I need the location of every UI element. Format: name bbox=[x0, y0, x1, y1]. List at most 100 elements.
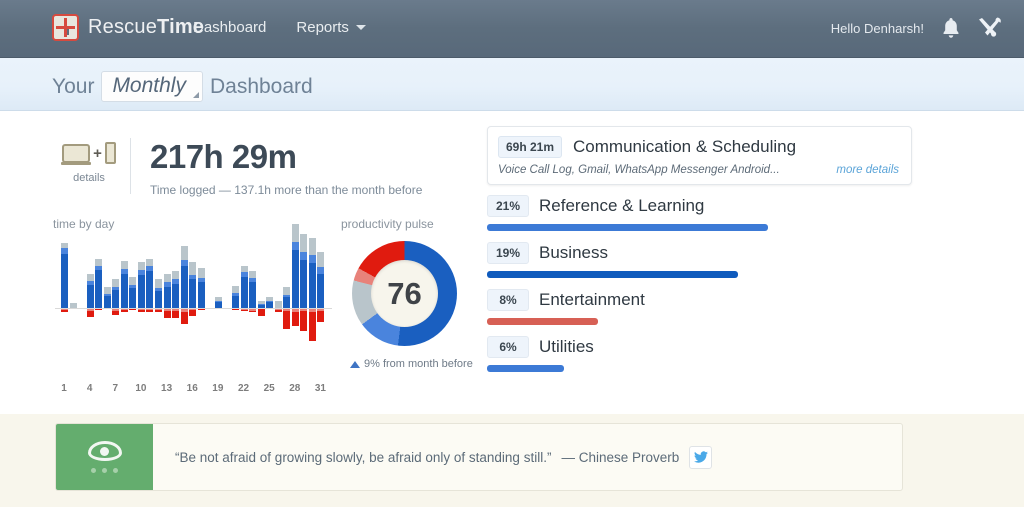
nav-item-dashboard[interactable]: Dashboard bbox=[193, 19, 266, 36]
bar-day-17[interactable] bbox=[198, 239, 205, 379]
bar-day-25[interactable] bbox=[266, 239, 273, 379]
bar-day-14[interactable] bbox=[172, 239, 179, 379]
bar-day-15[interactable] bbox=[181, 239, 188, 379]
dashboard-page: RescueTime Dashboard Reports Hello Denha… bbox=[0, 0, 1024, 507]
bar-segment bbox=[112, 290, 119, 309]
bar-segment bbox=[232, 309, 239, 310]
bar-day-20[interactable] bbox=[223, 239, 230, 379]
bar-day-13[interactable] bbox=[164, 239, 171, 379]
bar-day-4[interactable] bbox=[87, 239, 94, 379]
bar-day-26[interactable] bbox=[275, 239, 282, 379]
bar-segment bbox=[146, 310, 153, 312]
plus-icon: + bbox=[93, 145, 102, 162]
category-row[interactable]: 21%Reference & Learning bbox=[487, 195, 912, 231]
category-percent: 8% bbox=[487, 289, 529, 311]
bar-day-5[interactable] bbox=[95, 239, 102, 379]
bar-segment bbox=[155, 279, 162, 287]
bar-day-7[interactable] bbox=[112, 239, 119, 379]
bar-day-23[interactable] bbox=[249, 239, 256, 379]
more-details-link[interactable]: more details bbox=[836, 164, 899, 176]
category-percent: 19% bbox=[487, 242, 529, 264]
bar-day-16[interactable] bbox=[189, 239, 196, 379]
bar-segment bbox=[155, 291, 162, 309]
bar-segment bbox=[283, 287, 290, 295]
bar-day-9[interactable] bbox=[129, 239, 136, 379]
featured-category-name: Communication & Scheduling bbox=[573, 137, 796, 157]
bar-day-22[interactable] bbox=[241, 239, 248, 379]
bar-segment bbox=[146, 271, 153, 309]
sub-header: Your Monthly Dashboard January 2019 bbox=[0, 58, 1024, 111]
bar-segment bbox=[198, 268, 205, 278]
brand-name: RescueTime bbox=[88, 16, 204, 39]
bar-day-8[interactable] bbox=[121, 239, 128, 379]
bar-day-19[interactable] bbox=[215, 239, 222, 379]
productivity-pulse-score: 76 bbox=[371, 260, 438, 327]
bar-segment bbox=[181, 246, 188, 260]
bar-segment bbox=[164, 311, 171, 318]
bar-segment bbox=[129, 277, 136, 284]
bar-day-3[interactable] bbox=[78, 239, 85, 379]
featured-category-card[interactable]: 69h 21m Communication & Scheduling Voice… bbox=[487, 126, 912, 185]
category-meter bbox=[487, 271, 738, 278]
medical-cross-logo-icon bbox=[52, 14, 79, 41]
bar-day-27[interactable] bbox=[283, 239, 290, 379]
bar-day-30[interactable] bbox=[309, 239, 316, 379]
bar-day-31[interactable] bbox=[317, 239, 324, 379]
bar-day-29[interactable] bbox=[300, 239, 307, 379]
device-details-button[interactable]: + details bbox=[52, 138, 126, 184]
nav-item-reports[interactable]: Reports bbox=[296, 19, 366, 36]
bell-icon[interactable] bbox=[940, 16, 962, 45]
productivity-pulse-delta: 9% from month before bbox=[350, 358, 473, 370]
bar-day-2[interactable] bbox=[70, 239, 77, 379]
eye-icon bbox=[88, 441, 122, 461]
category-header: 6%Utilities bbox=[487, 336, 912, 358]
bar-segment bbox=[112, 311, 119, 315]
bar-day-18[interactable] bbox=[206, 239, 213, 379]
period-selector[interactable]: Monthly bbox=[101, 71, 203, 102]
chevron-down-icon bbox=[356, 25, 366, 30]
bar-segment bbox=[172, 284, 179, 310]
x-axis-tick: 7 bbox=[113, 383, 119, 394]
category-row[interactable]: 8%Entertainment bbox=[487, 289, 912, 325]
x-axis-tick: 1 bbox=[61, 383, 67, 394]
bar-day-12[interactable] bbox=[155, 239, 162, 379]
bar-segment bbox=[292, 224, 299, 241]
category-row[interactable]: 19%Business bbox=[487, 242, 912, 278]
bar-segment bbox=[61, 254, 68, 309]
arrow-up-icon bbox=[350, 361, 360, 368]
bar-day-1[interactable] bbox=[61, 239, 68, 379]
nav-links: Dashboard Reports bbox=[193, 19, 366, 36]
bar-day-10[interactable] bbox=[138, 239, 145, 379]
category-percent: 6% bbox=[487, 336, 529, 358]
bar-day-21[interactable] bbox=[232, 239, 239, 379]
bar-segment bbox=[258, 309, 265, 316]
twitter-icon[interactable] bbox=[689, 446, 712, 469]
tools-icon[interactable] bbox=[976, 16, 1004, 46]
x-axis-tick: 13 bbox=[161, 383, 172, 394]
category-meter bbox=[487, 318, 598, 325]
bar-segment bbox=[292, 242, 299, 250]
brand-logo[interactable]: RescueTime bbox=[52, 14, 204, 41]
x-axis-tick: 16 bbox=[187, 383, 198, 394]
x-axis-tick: 10 bbox=[135, 383, 146, 394]
bar-segment bbox=[189, 310, 196, 316]
bar-segment bbox=[138, 275, 145, 309]
bar-segment bbox=[104, 296, 111, 309]
bar-day-28[interactable] bbox=[292, 239, 299, 379]
category-row[interactable]: 6%Utilities bbox=[487, 336, 912, 372]
bar-segment bbox=[155, 310, 162, 312]
phone-icon bbox=[105, 142, 116, 164]
bar-day-11[interactable] bbox=[146, 239, 153, 379]
time-by-day-chart[interactable] bbox=[60, 239, 325, 379]
x-axis-tick: 25 bbox=[264, 383, 275, 394]
bar-day-6[interactable] bbox=[104, 239, 111, 379]
bar-segment bbox=[300, 260, 307, 309]
productivity-pulse-chart[interactable]: 76 bbox=[352, 241, 457, 346]
page-title: Your Monthly Dashboard bbox=[52, 71, 313, 102]
bar-segment bbox=[300, 234, 307, 252]
bar-day-24[interactable] bbox=[258, 239, 265, 379]
category-header: 8%Entertainment bbox=[487, 289, 912, 311]
bar-segment bbox=[129, 309, 136, 310]
category-percent: 21% bbox=[487, 195, 529, 217]
bar-segment bbox=[241, 310, 248, 311]
